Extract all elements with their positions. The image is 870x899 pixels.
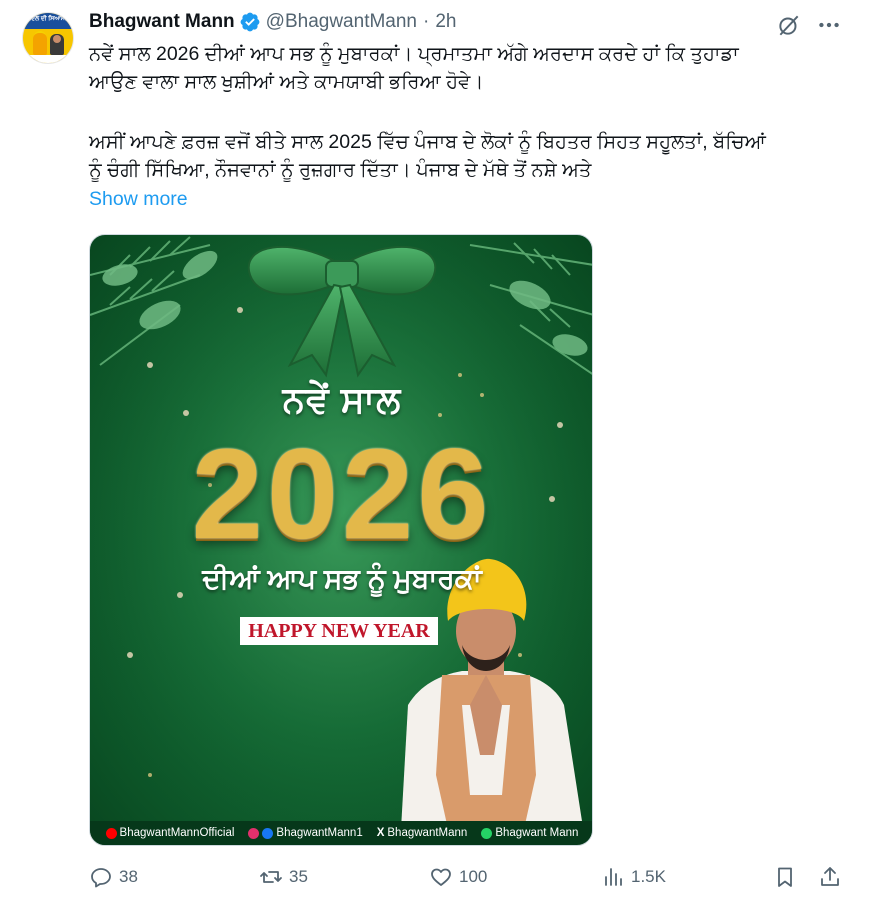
instagram-icon [248, 827, 260, 839]
share-icon [821, 867, 839, 886]
facebook-icon [262, 827, 274, 839]
view-count: 1.5K [631, 867, 666, 886]
bookmark-icon [778, 867, 792, 887]
heart-icon [431, 868, 451, 886]
grok-icon[interactable] [776, 12, 802, 38]
verified-badge-icon[interactable] [239, 11, 261, 33]
repost-count: 35 [289, 867, 308, 886]
repost-icon [260, 871, 282, 883]
author-handle[interactable]: @BhagwantMann [266, 11, 417, 33]
reply-button[interactable]: 38 [89, 862, 138, 892]
reply-icon [91, 868, 111, 888]
social-youtube: BhagwantMannOfficial [105, 827, 234, 839]
poster-happy-new-year-banner: HAPPY NEW YEAR [240, 617, 438, 645]
social-instagram-facebook: BhagwantMann1 [248, 827, 363, 839]
more-options-icon[interactable] [816, 12, 842, 38]
tweet-image[interactable]: ਨਵੇਂ ਸਾਲ 2026 ਦੀਆਂ ਆਪ ਸਭ ਨੂੰ ਮੁਬਾਰਕਾਂ HA… [89, 234, 593, 846]
social-x: X BhagwantMann [376, 827, 468, 839]
tweet-header: Bhagwant Mann @BhagwantMann · 2h [89, 10, 456, 34]
avatar[interactable]: ਬਦਲ ਦੀ ਸਿਆਸਤ [22, 12, 74, 64]
show-more-link[interactable]: Show more [89, 188, 188, 211]
poster-greeting-mid: ਦੀਆਂ ਆਪ ਸਭ ਨੂੰ ਮੁਬਾਰਕਾਂ [202, 563, 482, 594]
bookmark-button[interactable] [773, 862, 797, 892]
reply-count: 38 [119, 867, 138, 886]
poster-greeting-top: ਨਵੇਂ ਸਾਲ [282, 379, 402, 420]
poster-year: 2026 [191, 423, 493, 566]
tweet: ਬਦਲ ਦੀ ਸਿਆਸਤ Bhagwant Mann @BhagwantMann… [0, 0, 870, 899]
tweet-text-paragraph-1: ਨਵੇਂ ਸਾਲ 2026 ਦੀਆਂ ਆਪ ਸਭ ਨੂੰ ਮੁਬਾਰਕਾਂ। ਪ… [89, 43, 739, 93]
views-button[interactable]: 1.5K [601, 862, 666, 892]
avatar-label: ਬਦਲ ਦੀ ਸਿਆਸਤ [27, 16, 69, 22]
tweet-actions: 38 35 100 1.5K [89, 862, 849, 892]
share-button[interactable] [818, 862, 842, 892]
views-icon [605, 868, 622, 886]
poster-social-handles: BhagwantMannOfficial BhagwantMann1 X Bha… [90, 821, 592, 845]
youtube-icon [105, 827, 117, 839]
social-whatsapp: Bhagwant Mann [481, 827, 578, 839]
repost-button[interactable]: 35 [259, 862, 308, 892]
author-name[interactable]: Bhagwant Mann [89, 11, 235, 33]
like-count: 100 [459, 867, 488, 886]
timestamp[interactable]: 2h [435, 11, 456, 33]
like-button[interactable]: 100 [429, 862, 487, 892]
x-icon: X [376, 827, 385, 839]
whatsapp-icon [481, 827, 493, 839]
separator-dot: · [423, 11, 430, 32]
tweet-text-paragraph-2: ਅਸੀਂ ਆਪਣੇ ਫ਼ਰਜ਼ ਵਜੋਂ ਬੀਤੇ ਸਾਲ 2025 ਵਿੱਚ … [89, 131, 766, 181]
